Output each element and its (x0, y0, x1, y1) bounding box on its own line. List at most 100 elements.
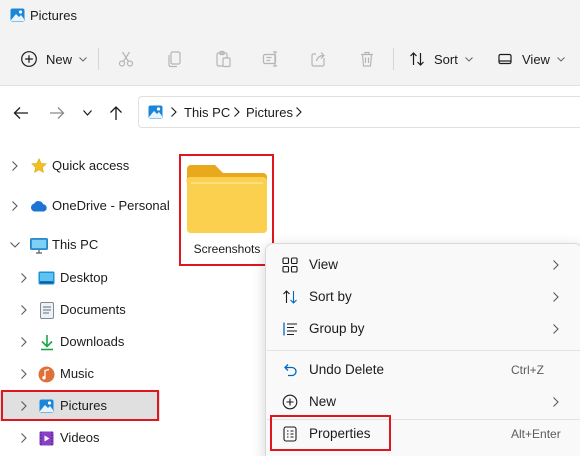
paste-button[interactable] (214, 44, 232, 74)
arrow-up-icon (110, 106, 122, 120)
desktop-icon (38, 271, 55, 285)
rename-button[interactable] (262, 44, 280, 74)
view-button[interactable]: View (496, 44, 565, 74)
view-button-label: View (522, 51, 550, 67)
delete-icon (361, 51, 373, 67)
sidebar-item-label: Documents (60, 302, 126, 317)
undo-icon (284, 364, 297, 377)
chevron-right-icon[interactable] (12, 201, 18, 211)
menu-item-label: View (309, 257, 339, 272)
rename-icon (262, 51, 277, 67)
chevron-right-icon (553, 324, 559, 334)
recent-locations-button[interactable] (76, 102, 98, 124)
navigation-row: This PC Pictures (0, 86, 580, 138)
highlight-box-pictures (1, 390, 159, 421)
chevron-down-icon (82, 110, 92, 116)
chevron-right-icon[interactable] (21, 337, 27, 347)
copy-button[interactable] (166, 44, 184, 74)
menu-item-label: New (309, 394, 337, 409)
sidebar-item-label: Quick access (52, 158, 130, 173)
toolbar-divider (393, 48, 394, 70)
sidebar-item-label: Downloads (60, 334, 125, 349)
sort-button[interactable]: Sort (408, 44, 473, 74)
videos-icon (39, 431, 54, 446)
group-by-icon (283, 322, 297, 336)
menu-item-shortcut: Alt+Enter (511, 427, 561, 441)
documents-icon (40, 302, 54, 319)
up-button[interactable] (105, 102, 127, 124)
sidebar-item-label: OneDrive - Personal (52, 198, 170, 213)
chevron-right-icon[interactable] (21, 273, 27, 283)
downloads-icon (41, 335, 53, 351)
plus-circle-icon (282, 394, 298, 410)
sidebar-item-desktop[interactable]: Desktop (0, 263, 160, 293)
new-button-label: New (46, 51, 73, 67)
sidebar-item-documents[interactable]: Documents (0, 295, 160, 325)
sidebar-item-label: Music (60, 366, 94, 381)
forward-button[interactable] (46, 102, 68, 124)
menu-item-label: Group by (309, 321, 365, 336)
chevron-right-icon[interactable] (21, 305, 27, 315)
sort-icon (410, 52, 424, 66)
menu-item-new[interactable]: New (266, 386, 580, 418)
cut-button[interactable] (117, 44, 135, 74)
arrow-right-icon (50, 107, 65, 119)
plus-circle-icon (21, 51, 37, 67)
chevron-right-icon[interactable] (12, 161, 18, 171)
chevron-right-icon[interactable] (21, 369, 27, 379)
menu-item-label: Sort by (309, 289, 352, 304)
paste-icon (216, 50, 231, 68)
menu-separator (267, 350, 580, 351)
chevron-right-icon (234, 107, 240, 117)
sidebar-item-downloads[interactable]: Downloads (0, 327, 160, 357)
chevron-right-icon (296, 107, 302, 117)
new-button[interactable]: New (20, 44, 87, 74)
view-icon (498, 53, 512, 65)
pictures-icon (148, 105, 163, 119)
breadcrumb-this-pc[interactable]: This PC (184, 105, 230, 120)
sidebar-item-label: Videos (60, 430, 100, 445)
menu-item-sort-by[interactable]: Sort by (266, 281, 580, 313)
cut-icon (118, 51, 134, 67)
sort-button-label: Sort (434, 51, 458, 67)
chevron-right-icon (553, 292, 559, 302)
chevron-right-icon (553, 397, 559, 407)
chevron-right-icon[interactable] (21, 433, 27, 443)
menu-item-undo-delete[interactable]: Undo Delete Ctrl+Z (266, 354, 580, 386)
back-button[interactable] (10, 102, 32, 124)
share-button[interactable] (310, 44, 328, 74)
window-title: Pictures (30, 8, 77, 23)
chevron-down-icon[interactable] (10, 242, 20, 248)
sidebar-item-label: This PC (52, 237, 99, 252)
address-bar[interactable]: This PC Pictures (138, 96, 580, 128)
chevron-down-icon (464, 56, 473, 62)
menu-item-shortcut: Ctrl+Z (511, 363, 544, 377)
highlight-box-properties (270, 415, 391, 451)
title-bar: Pictures (0, 0, 580, 32)
chevron-down-icon (79, 56, 87, 62)
sidebar-item-this-pc[interactable]: This PC (0, 230, 160, 260)
star-icon (31, 158, 47, 173)
music-icon (38, 366, 55, 383)
command-bar: New Sort View (0, 32, 580, 86)
sidebar-item-onedrive[interactable]: OneDrive - Personal (0, 191, 170, 221)
cloud-icon (30, 201, 47, 212)
sidebar-item-music[interactable]: Music (0, 359, 160, 389)
copy-icon (168, 51, 181, 68)
menu-item-group-by[interactable]: Group by (266, 313, 580, 345)
pictures-app-icon (10, 8, 25, 22)
sidebar-item-label: Desktop (60, 270, 108, 285)
sidebar-item-quick-access[interactable]: Quick access (0, 151, 160, 181)
chevron-down-icon (557, 56, 565, 62)
sidebar-item-videos[interactable]: Videos (0, 423, 160, 453)
delete-button[interactable] (358, 44, 376, 74)
breadcrumb-pictures[interactable]: Pictures (246, 105, 293, 120)
menu-item-label: Undo Delete (309, 362, 385, 377)
sort-icon (283, 290, 297, 304)
arrow-left-icon (13, 107, 28, 119)
menu-item-view[interactable]: View (266, 249, 580, 281)
monitor-icon (30, 238, 48, 254)
view-grid-icon (282, 257, 298, 273)
highlight-box-folder (179, 154, 274, 266)
share-icon (311, 52, 325, 67)
